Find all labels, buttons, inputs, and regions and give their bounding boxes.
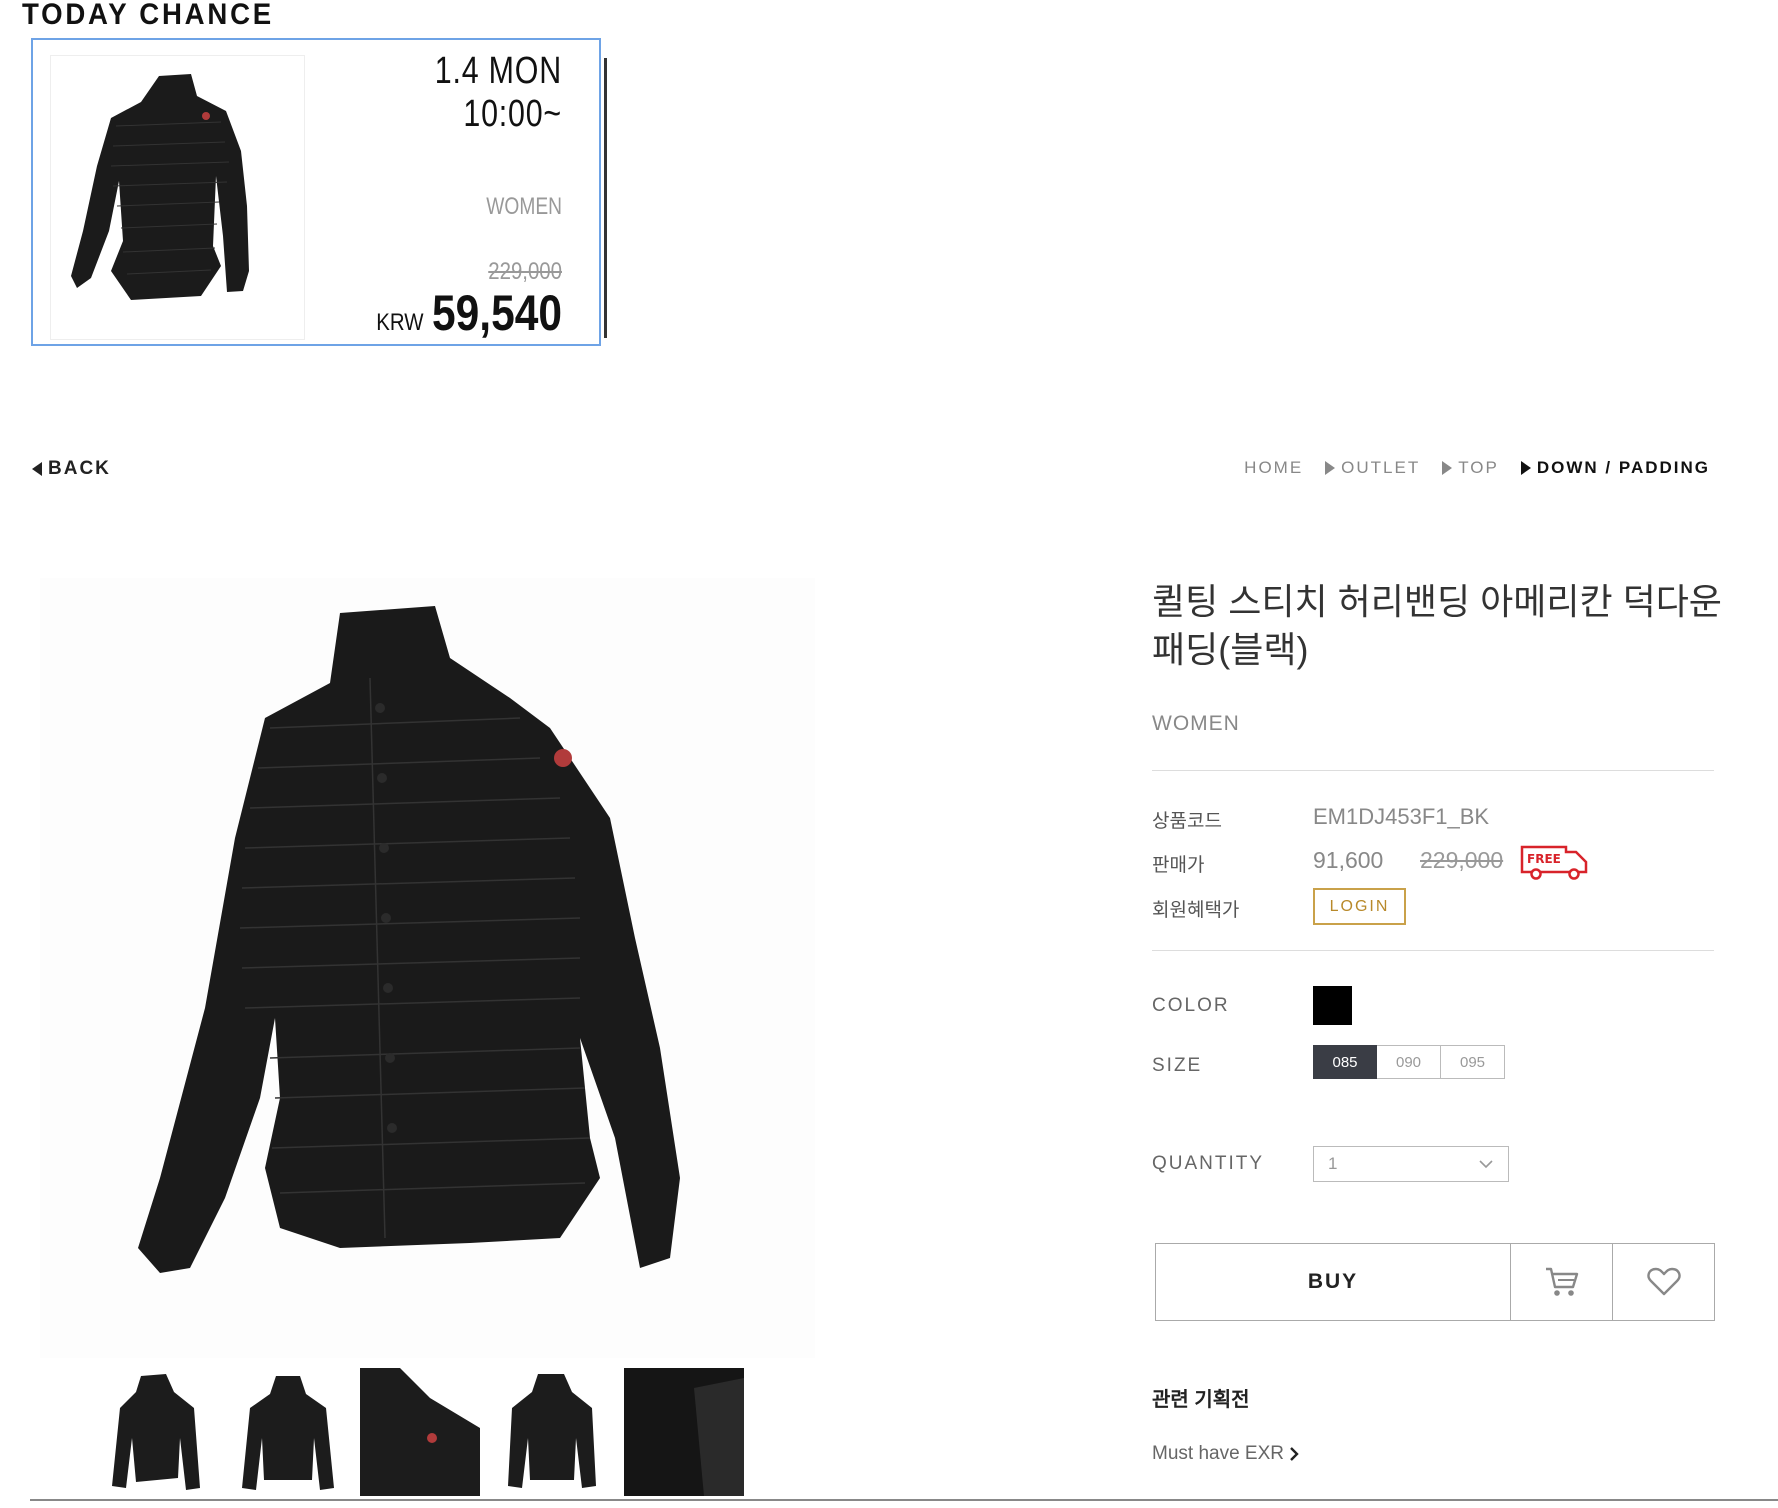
breadcrumb-arrow-icon [1325, 461, 1336, 475]
breadcrumb-label: OUTLET [1341, 458, 1421, 477]
breadcrumb-label: TOP [1458, 458, 1499, 477]
divider [30, 1499, 1778, 1501]
heart-icon [1646, 1267, 1681, 1296]
related-event-label: Must have EXR [1152, 1443, 1284, 1464]
quantity-select[interactable]: 1 [1313, 1146, 1509, 1182]
quantity-label: QUANTITY [1152, 1153, 1265, 1174]
login-button[interactable]: LOGIN [1313, 888, 1406, 925]
thumbnail-front[interactable] [96, 1368, 216, 1496]
thumbnail-detail-pocket[interactable] [624, 1368, 744, 1496]
sale-price: 59,540 [432, 285, 562, 341]
back-label: BACK [48, 458, 111, 479]
quantity-value: 1 [1328, 1154, 1338, 1173]
today-chance-category: WOMEN [486, 193, 562, 220]
size-option-090[interactable]: 090 [1377, 1045, 1441, 1079]
thumbnail-strip [96, 1368, 744, 1496]
product-code-label: 상품코드 [1152, 811, 1222, 832]
today-chance-title: TODAY CHANCE [22, 0, 274, 31]
thumbnail-detail-logo[interactable] [360, 1368, 480, 1496]
today-chance-price: KRW 59,540 [373, 284, 562, 342]
breadcrumb-arrow-icon [1442, 461, 1453, 475]
free-shipping-icon: FREE [1520, 844, 1590, 880]
today-chance-card-edge [604, 58, 607, 338]
breadcrumb-home[interactable]: HOME [1244, 458, 1303, 478]
product-code-value: EM1DJ453F1_BK [1313, 804, 1490, 829]
related-event-link[interactable]: Must have EXR [1152, 1443, 1300, 1465]
breadcrumb-arrow-icon [1520, 461, 1531, 475]
today-chance-date: 1.4 MON 10:00~ [434, 50, 562, 135]
breadcrumb-outlet[interactable]: OUTLET [1325, 458, 1420, 478]
divider [1152, 950, 1714, 951]
color-swatch-black[interactable] [1313, 986, 1352, 1025]
add-to-cart-button[interactable] [1510, 1244, 1612, 1320]
purchase-actions: BUY [1155, 1243, 1715, 1321]
size-options: 085 090 095 [1313, 1045, 1505, 1079]
chevron-right-icon [1290, 1447, 1299, 1461]
currency-label: KRW [376, 309, 424, 336]
wishlist-button[interactable] [1612, 1244, 1714, 1320]
breadcrumb-down-padding[interactable]: DOWN / PADDING [1520, 458, 1710, 478]
breadcrumb: HOME OUTLET TOP DOWN / PADDING [1244, 458, 1710, 478]
breadcrumb-label: HOME [1244, 458, 1304, 477]
size-label: SIZE [1152, 1055, 1203, 1076]
breadcrumb-label: DOWN / PADDING [1536, 458, 1710, 477]
price-label: 판매가 [1152, 855, 1205, 876]
product-category: WOMEN [1152, 712, 1240, 735]
today-chance-original-price: 229,000 [488, 258, 562, 285]
divider [1152, 770, 1714, 771]
size-option-085[interactable]: 085 [1313, 1045, 1377, 1079]
original-price: 229,000 [1420, 847, 1504, 873]
product-main-image[interactable] [40, 578, 815, 1358]
back-button[interactable]: BACK [32, 458, 111, 480]
thumbnail-front-alt[interactable] [492, 1368, 612, 1496]
breadcrumb-top[interactable]: TOP [1442, 458, 1499, 478]
back-arrow-icon [32, 462, 42, 476]
cart-icon [1545, 1267, 1578, 1296]
product-title: 퀼팅 스티치 허리밴딩 아메리칸 덕다운 패딩(블랙) [1152, 581, 1722, 670]
member-price-label: 회원혜택가 [1152, 900, 1240, 921]
related-events-title: 관련 기획전 [1152, 1389, 1250, 1411]
chevron-down-icon [1479, 1160, 1493, 1169]
color-label: COLOR [1152, 995, 1230, 1016]
size-option-095[interactable]: 095 [1441, 1045, 1505, 1079]
sale-price: 91,600 [1313, 847, 1384, 873]
buy-button[interactable]: BUY [1156, 1244, 1510, 1320]
today-chance-product-image[interactable] [50, 55, 305, 340]
thumbnail-back[interactable] [228, 1368, 348, 1496]
free-label: FREE [1527, 852, 1561, 866]
